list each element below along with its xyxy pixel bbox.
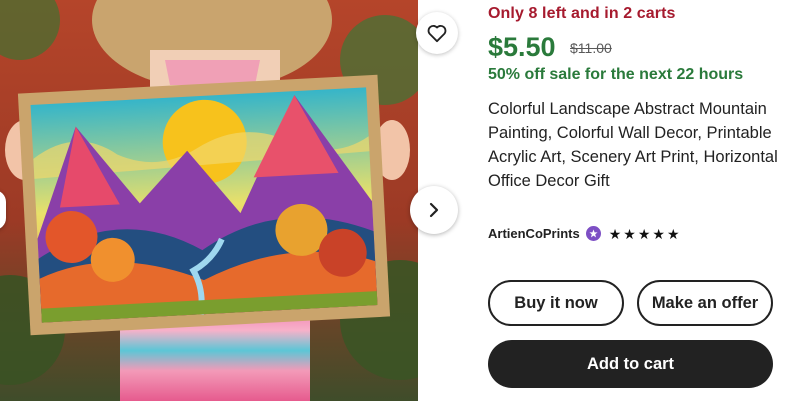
- star-icon: ★: [637, 225, 651, 242]
- stock-notice: Only 8 left and in 2 carts: [488, 5, 676, 22]
- star-icon: ★: [666, 225, 680, 242]
- star-icon: ★: [652, 225, 665, 242]
- rating-stars: ★ ★ ★ ★ ★: [609, 227, 680, 241]
- star-icon: ★: [623, 225, 636, 242]
- buy-now-button[interactable]: Buy it now: [488, 280, 624, 326]
- shop-name-link[interactable]: ArtienCoPrints: [488, 226, 580, 241]
- favorite-button[interactable]: [416, 12, 458, 54]
- sale-price: $5.50: [488, 32, 556, 62]
- listing-title: Colorful Landscape Abstract Mountain Pai…: [488, 100, 778, 190]
- star-icon: ★: [608, 225, 622, 242]
- chevron-right-icon: [429, 202, 439, 218]
- original-price: $11.00: [570, 40, 612, 56]
- add-to-cart-button[interactable]: Add to cart: [488, 340, 773, 388]
- heart-icon: [427, 25, 447, 43]
- product-image: [0, 0, 418, 401]
- product-image-gallery[interactable]: [0, 0, 418, 401]
- star-seller-icon: [585, 226, 601, 241]
- sale-notice: 50% off sale for the next 22 hours: [488, 66, 744, 83]
- make-offer-button[interactable]: Make an offer: [637, 280, 773, 326]
- next-image-button[interactable]: [410, 186, 458, 234]
- shop-row: ArtienCoPrints ★ ★ ★ ★ ★: [488, 226, 680, 241]
